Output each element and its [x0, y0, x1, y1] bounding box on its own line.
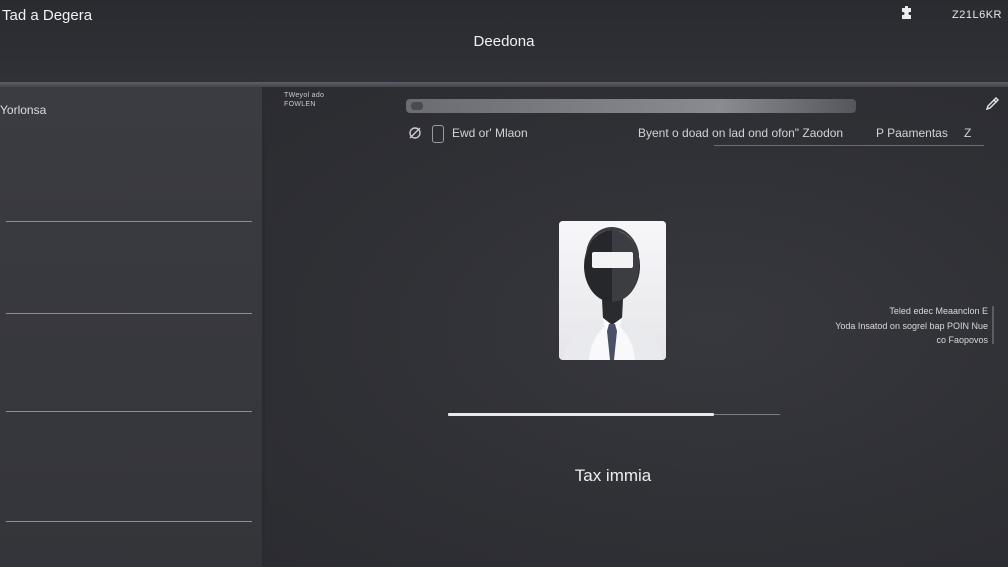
- sidebar-divider: [6, 313, 252, 314]
- filter-text: Ewd or' Mlaon: [452, 126, 528, 140]
- parameters-end-mark: Z: [964, 126, 972, 140]
- progress-bar[interactable]: [448, 413, 714, 416]
- sidebar-divider: [6, 411, 252, 412]
- note-line-2: Yoda Insatod on sogrel bap POIN Nue: [835, 321, 988, 331]
- sidebar-divider: [6, 221, 252, 222]
- title-bar: Tad a Degera Deedona Z21L6KR: [0, 0, 1008, 84]
- puzzle-icon[interactable]: [899, 6, 913, 22]
- sidebar-divider: [6, 521, 252, 522]
- profile-caption: Tax immia: [574, 466, 652, 485]
- settings-icon[interactable]: [407, 125, 423, 141]
- parameters-link[interactable]: P Paamentas: [876, 126, 948, 140]
- note-line-1: Teled edec Meaanclon E: [889, 306, 988, 316]
- note-marker: [992, 306, 994, 344]
- note-line-3: co Faopovos: [936, 335, 988, 345]
- sidebar-title: Yorlonsa: [0, 103, 47, 117]
- filter-description: Byent o doad on lad ond ofon" Zaodon: [638, 126, 844, 140]
- session-code: Z21L6KR: [952, 9, 1002, 21]
- profile-card[interactable]: [559, 221, 666, 360]
- search-icon: [411, 102, 423, 110]
- filter-underline: [714, 145, 984, 146]
- user-avatar-icon: [559, 221, 666, 360]
- search-input[interactable]: [406, 99, 856, 113]
- toolbar-sublabel: FOWLEN: [284, 101, 316, 108]
- sidebar: Yorlonsa: [0, 87, 262, 567]
- pencil-icon[interactable]: [985, 97, 999, 111]
- window-title: Deedona: [473, 33, 535, 50]
- toolbar-label: TWeyol ado: [284, 92, 325, 99]
- app-title: Tad a Degera: [2, 7, 93, 24]
- filter-checkbox[interactable]: [432, 125, 444, 143]
